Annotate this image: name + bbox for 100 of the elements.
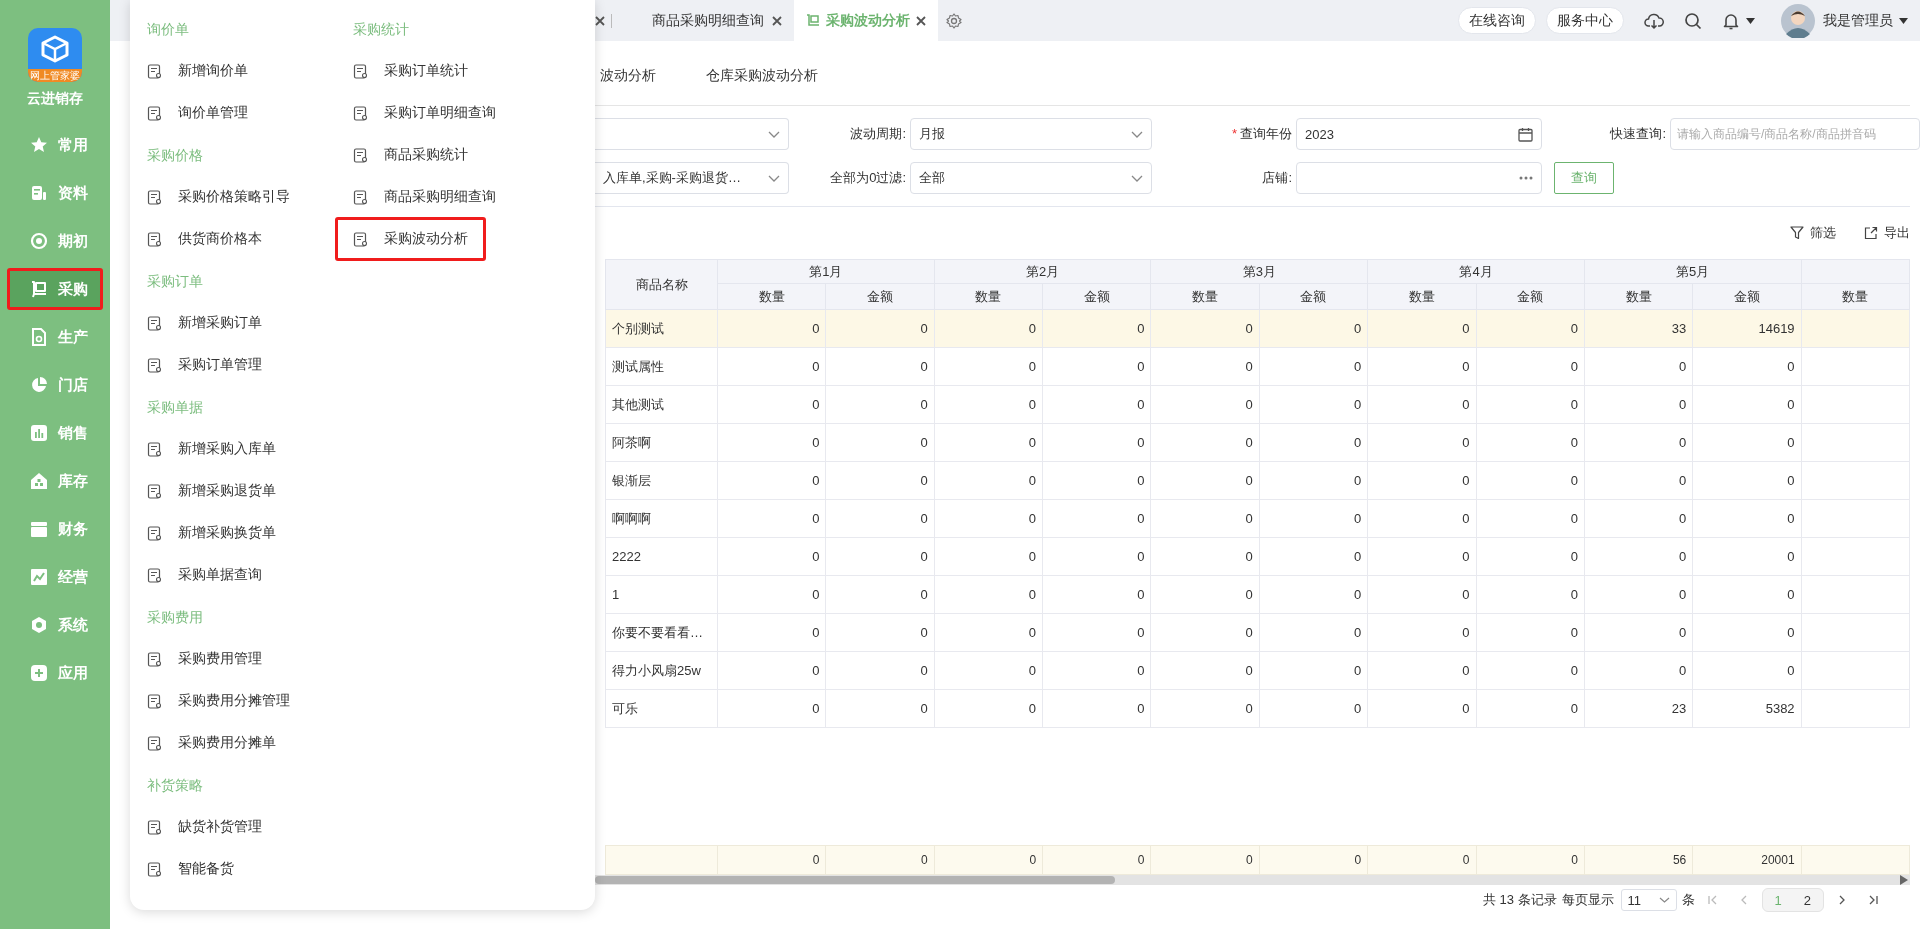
menu-item[interactable]: 采购费用分摊单 [129,722,294,764]
settings-icon[interactable] [946,12,962,29]
table-cell: 0 [825,499,935,538]
menu-item[interactable]: 询价单管理 [129,92,266,134]
user-name[interactable]: 我是管理员 [1823,11,1893,30]
table-cell: 0 [1367,347,1476,386]
table-cell: 0 [1367,537,1476,576]
toolbar-button[interactable]: 筛选 [1790,224,1836,242]
document-icon [147,693,162,709]
column-group-header: 第5月 [1584,259,1802,284]
page-number[interactable]: 2 [1803,892,1811,908]
table-row[interactable]: 啊啊啊 0 0 0 0 0 0 0 0 0 0 [605,499,1910,538]
table-row[interactable]: 得力小风扇25w 0 0 0 0 0 0 0 0 0 0 [605,651,1910,690]
menu-group-title: 采购单据 [147,398,203,417]
table-cell: 0 [1584,347,1693,386]
menu-item[interactable]: 采购费用管理 [129,638,280,680]
table-cell: 33 [1584,309,1693,348]
star-icon [30,136,48,154]
column-header: 金额 [1259,283,1368,310]
table-row[interactable]: 银渐层 0 0 0 0 0 0 0 0 0 0 [605,461,1910,500]
table-cell: 0 [1259,461,1368,500]
sub-tab[interactable]: 波动分析 [595,49,656,105]
column-header: 金额 [1042,283,1151,310]
next-page-icon[interactable] [1837,895,1847,905]
last-page-icon[interactable] [1868,895,1878,905]
menu-item[interactable]: 供货商价格本 [129,218,280,260]
menu-item[interactable]: 采购价格策略引导 [129,176,308,218]
page-tab[interactable]: 商品采购明细查询 [620,0,794,41]
pie-icon [30,376,48,394]
menu-item[interactable]: 采购订单明细查询 [335,92,514,134]
close-icon[interactable] [595,15,605,26]
table-cell: 0 [1042,613,1151,652]
menu-item[interactable]: 采购单据查询 [129,554,280,596]
close-icon[interactable] [916,15,926,26]
table-cell: 0 [825,651,935,690]
menu-item[interactable]: 采购订单统计 [335,50,486,92]
filter-icon [1790,226,1804,240]
field-label: 店铺: [1261,169,1293,187]
menu-item[interactable]: 商品采购统计 [335,134,486,176]
page-size-select[interactable]: 11 [1620,889,1677,911]
service-button[interactable]: 在线咨询 [1458,7,1536,34]
table-cell: 0 [1692,651,1802,690]
table-cell: 0 [1259,423,1368,462]
menu-item[interactable]: 采购波动分析 [335,217,486,261]
cart-icon [30,280,48,298]
caret-icon[interactable] [1746,17,1755,24]
sub-tab[interactable]: 仓库采购波动分析 [701,49,818,105]
table-cell: 0 [1042,689,1151,728]
table-cell: 0 [1259,499,1368,538]
cube-icon [40,35,70,63]
caret-icon[interactable] [1899,17,1908,24]
scroll-right-icon[interactable] [1900,875,1908,885]
menu-item[interactable]: 新增采购换货单 [129,512,294,554]
table-row[interactable]: 2222 0 0 0 0 0 0 0 0 0 0 [605,537,1910,576]
avatar[interactable] [1781,3,1815,38]
menu-item[interactable]: 新增采购订单 [129,302,280,344]
menu-item[interactable]: 商品采购明细查询 [335,176,514,218]
date-field[interactable]: 2023 [1296,118,1542,150]
table-cell: 0 [717,423,826,462]
menu-item[interactable]: 智能备货 [129,848,252,890]
menu-item[interactable]: 采购订单管理 [129,344,280,386]
menu-item[interactable]: 新增采购入库单 [129,428,294,470]
table-row[interactable]: 可乐 0 0 0 0 0 0 0 0 23 5382 [605,689,1910,728]
cart-icon [806,13,820,28]
table-row[interactable]: 其他测试 0 0 0 0 0 0 0 0 0 0 [605,385,1910,424]
search-field[interactable]: 请输入商品编号/商品名称/商品拼音码 [1670,118,1920,150]
document-icon [147,567,162,583]
close-icon[interactable] [772,15,782,26]
cloud-download-icon[interactable] [1644,11,1664,30]
select-field[interactable]: 月报 [910,118,1152,150]
service-button[interactable]: 服务中心 [1546,7,1624,34]
table-cell: 0 [825,537,935,576]
menu-item[interactable]: 缺货补货管理 [129,806,280,848]
table-row[interactable]: 阿茶啊 0 0 0 0 0 0 0 0 0 0 [605,423,1910,462]
table-cell: 0 [1584,575,1693,614]
menu-item[interactable]: 新增询价单 [129,50,266,92]
table-row[interactable]: 个别测试 0 0 0 0 0 0 0 0 33 14619 [605,309,1910,348]
table-cell: 0 [1150,499,1260,538]
table-cell: 0 [1692,347,1802,386]
menu-item[interactable]: 新增采购退货单 [129,470,294,512]
select-field[interactable] [595,118,789,150]
picker-field[interactable] [1296,162,1542,194]
scrollbar[interactable] [595,875,1910,885]
table-row[interactable]: 你要不要看看… 0 0 0 0 0 0 0 0 0 0 [605,613,1910,652]
table-row[interactable]: 1 0 0 0 0 0 0 0 0 0 0 [605,575,1910,614]
menu-group-title: 采购统计 [353,20,409,39]
search-icon[interactable] [1684,11,1702,30]
column-header: 数量 [1367,283,1476,310]
toolbar-button[interactable]: 导出 [1864,224,1910,242]
table-row[interactable]: 测试属性 0 0 0 0 0 0 0 0 0 0 [605,347,1910,386]
table-cell: 0 [1150,651,1260,690]
select-field[interactable]: 全部 [910,162,1152,194]
table-cell: 0 [1042,575,1151,614]
select-field[interactable]: 入库单,采购-采购退货… [595,162,789,194]
table-cell: 0 [825,385,935,424]
table-cell: 0 [1476,347,1585,386]
menu-item[interactable]: 采购费用分摊管理 [129,680,308,722]
table-cell: 0 [1476,309,1585,348]
table-cell: 0 [1367,651,1476,690]
bell-icon[interactable] [1722,11,1740,30]
